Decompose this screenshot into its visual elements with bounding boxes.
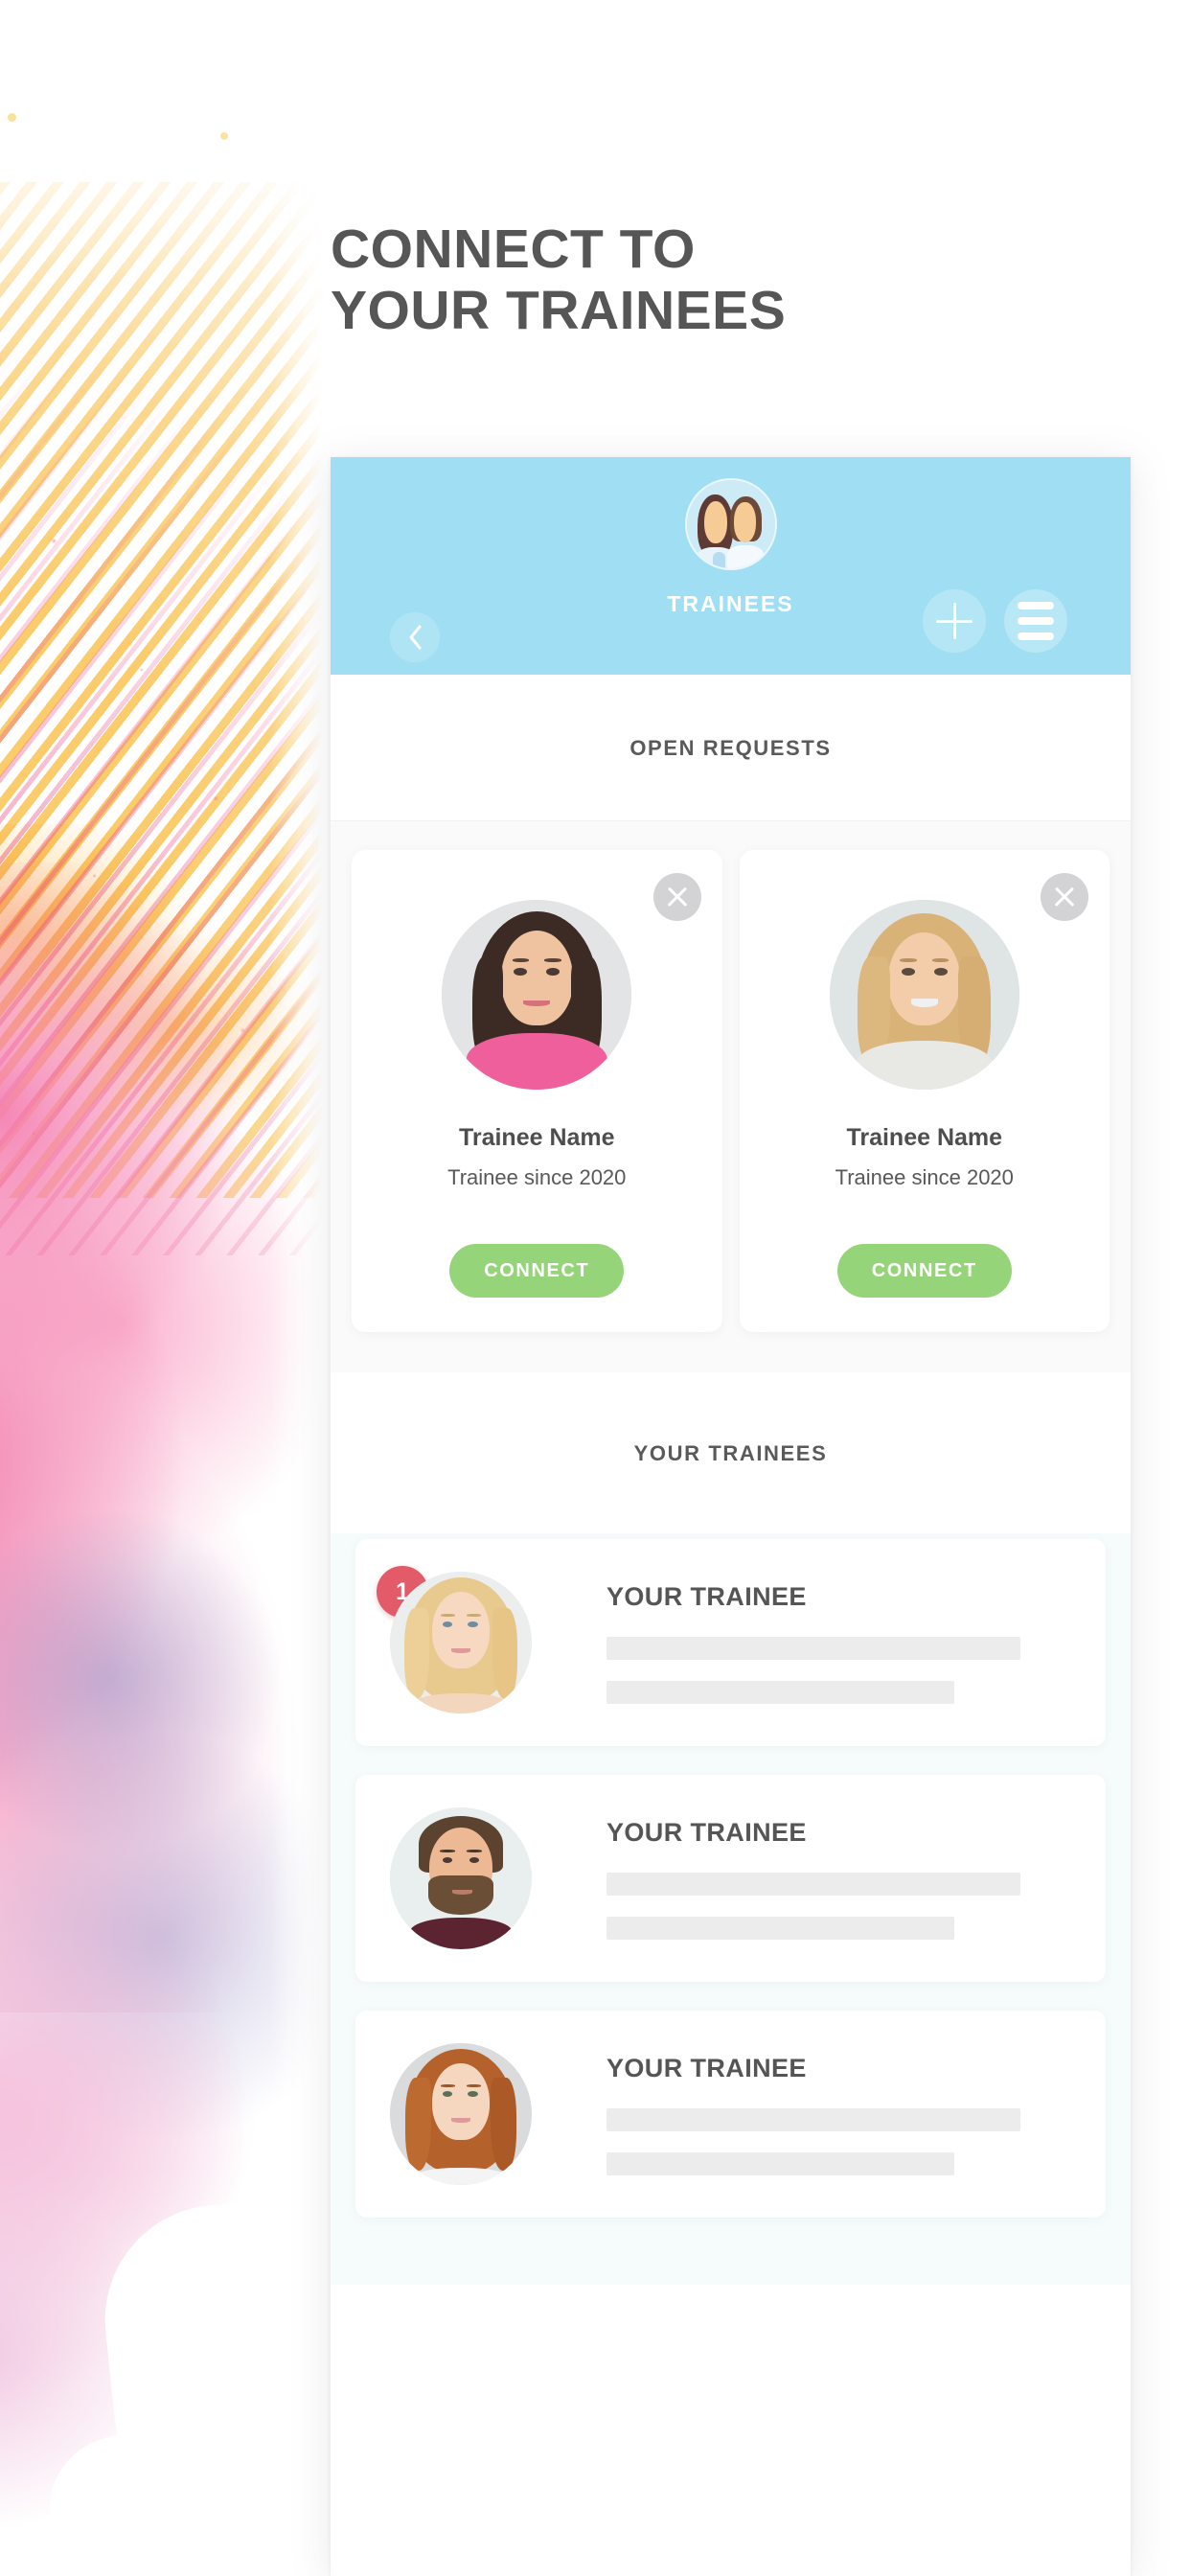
hamburger-menu-icon <box>1018 602 1054 640</box>
trainee-row-title: YOUR TRAINEE <box>606 2053 807 2082</box>
connect-button[interactable]: CONNECT <box>449 1244 625 1298</box>
your-trainees-section-header: YOUR TRAINEES <box>331 1372 1131 1533</box>
right-fade <box>270 0 337 2576</box>
app-header: TRAINEES <box>331 457 1131 675</box>
page-title-line-1: CONNECT TO <box>331 218 696 280</box>
trainee-since: Trainee since 2020 <box>835 1165 1014 1189</box>
open-requests-title: OPEN REQUESTS <box>629 736 832 760</box>
page-title-line-2: YOUR TRAINEES <box>331 280 787 342</box>
trainee-row-body: YOUR TRAINEE <box>572 1818 1077 1940</box>
chevron-left-icon <box>406 624 423 651</box>
placeholder-bar <box>606 1872 1021 1896</box>
trainee-list-item[interactable]: 1 <box>355 1539 1106 1746</box>
request-card[interactable]: Trainee Name Trainee since 2020 CONNECT <box>352 850 722 1332</box>
trainee-name: Trainee Name <box>846 1124 1003 1151</box>
avatar <box>390 1572 532 1714</box>
trainee-photo <box>442 900 632 1090</box>
trainee-photo <box>829 900 1019 1090</box>
connect-button[interactable]: CONNECT <box>836 1244 1012 1298</box>
dismiss-request-button[interactable] <box>1041 873 1088 921</box>
close-icon <box>1053 886 1076 908</box>
app-screen: TRAINEES OPEN REQUESTS Trainee Name Trai… <box>331 457 1131 2576</box>
back-button[interactable] <box>390 612 440 662</box>
paint-dot <box>220 132 228 140</box>
your-trainees-title: YOUR TRAINEES <box>633 1441 828 1465</box>
placeholder-bar <box>606 1680 955 1704</box>
open-requests-section-header: OPEN REQUESTS <box>331 675 1131 820</box>
couple-avatar-icon <box>684 478 777 570</box>
menu-button[interactable] <box>1004 589 1067 653</box>
trainee-row-title: YOUR TRAINEE <box>606 1581 807 1611</box>
trainee-row-body: YOUR TRAINEE <box>572 1582 1077 1704</box>
your-trainees-list: 1 <box>331 1533 1131 2285</box>
open-requests-list: Trainee Name Trainee since 2020 CONNECT <box>331 820 1131 1372</box>
trainee-list-item[interactable]: YOUR TRAINEE <box>355 1775 1106 1982</box>
trainee-row-title: YOUR TRAINEE <box>606 1817 807 1847</box>
trainee-row-body: YOUR TRAINEE <box>572 2054 1077 2175</box>
avatar <box>390 1807 532 1949</box>
trainee-since: Trainee since 2020 <box>447 1165 627 1189</box>
watercolor-background <box>0 0 337 2576</box>
placeholder-bar <box>606 2151 955 2175</box>
avatar-wrapper <box>384 2043 572 2185</box>
placeholder-bar <box>606 2107 1021 2131</box>
avatar-wrapper: 1 <box>377 1566 572 1714</box>
placeholder-bar <box>606 1636 1021 1660</box>
add-trainee-button[interactable] <box>923 589 986 653</box>
page-canvas: CONNECT TO YOUR TRAINEES TRAINEES OPEN R… <box>0 0 1190 2576</box>
plus-icon <box>936 603 973 639</box>
placeholder-bar <box>606 1916 955 1940</box>
trainee-list-item[interactable]: YOUR TRAINEE <box>355 2011 1106 2218</box>
dismiss-request-button[interactable] <box>652 873 701 921</box>
request-card[interactable]: Trainee Name Trainee since 2020 CONNECT <box>739 850 1110 1332</box>
page-title: CONNECT TO YOUR TRAINEES <box>331 218 1001 342</box>
avatar-wrapper <box>384 1807 572 1949</box>
avatar <box>390 2043 532 2185</box>
close-icon <box>666 886 689 908</box>
trainee-name: Trainee Name <box>458 1124 615 1151</box>
white-negative-space-b <box>50 2434 241 2576</box>
paint-dot <box>8 113 16 122</box>
